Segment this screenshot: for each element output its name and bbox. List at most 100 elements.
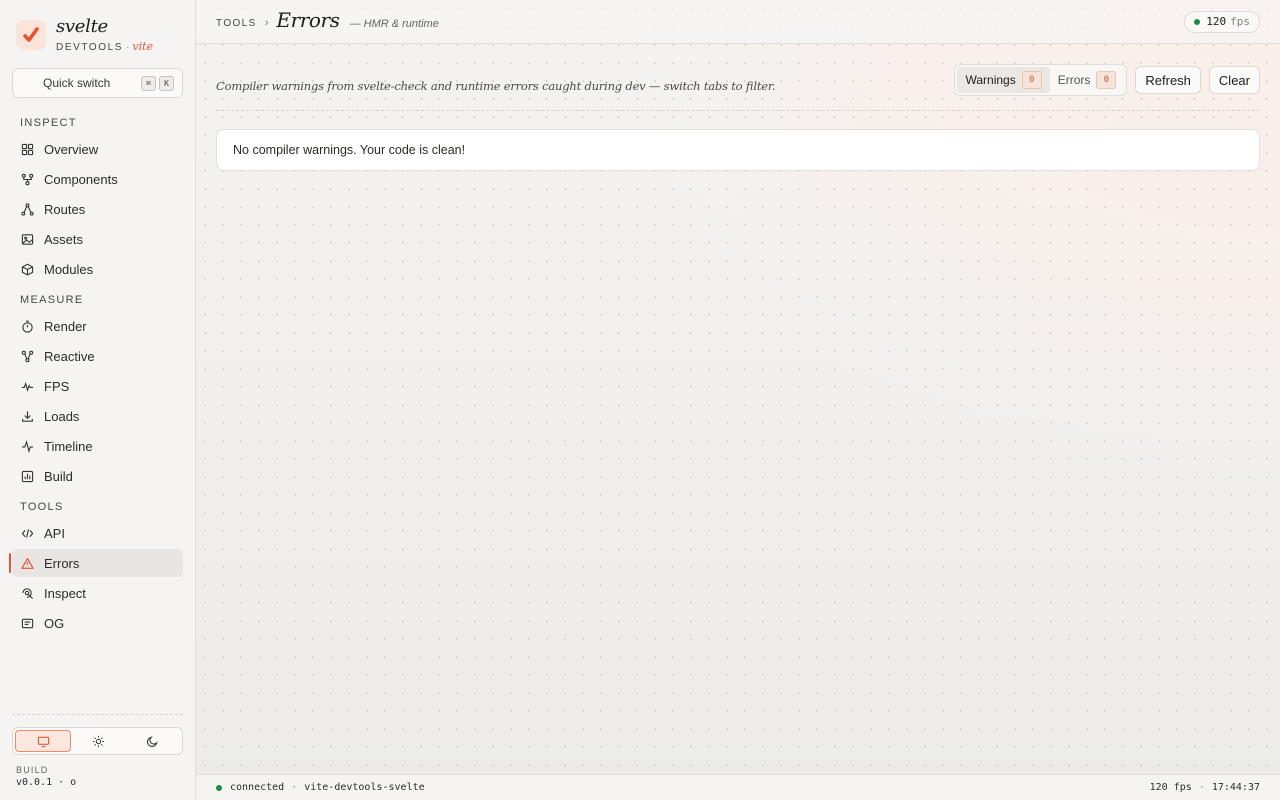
page-title: Errors xyxy=(276,7,340,32)
sidebar-item-modules[interactable]: Modules xyxy=(12,255,183,283)
package-icon xyxy=(21,263,34,276)
page-subtitle: — HMR & runtime xyxy=(349,17,439,30)
command-key: ⌘ xyxy=(141,75,156,91)
grid-icon xyxy=(21,143,34,155)
sidebar-item-assets[interactable]: Assets xyxy=(12,225,183,253)
topbar: TOOLS › Errors — HMR & runtime 120 fps xyxy=(196,0,1280,44)
sidebar-item-routes[interactable]: Routes xyxy=(12,195,183,223)
sidebar-item-fps[interactable]: FPS xyxy=(12,372,183,400)
filter-tabs: Warnings 0 Errors 0 xyxy=(954,64,1128,96)
sidebar-item-build[interactable]: Build xyxy=(12,462,183,490)
section-title-measure: MEASURE xyxy=(20,294,84,306)
card-icon xyxy=(21,618,34,628)
sidebar-item-components[interactable]: Components xyxy=(12,165,183,193)
sidebar-item-label: Modules xyxy=(44,261,94,277)
empty-state-message: No compiler warnings. Your code is clean… xyxy=(233,143,466,157)
build-version: v0.0.1 · o xyxy=(16,777,77,788)
theme-system-button[interactable] xyxy=(15,730,72,752)
errors-count-badge: 0 xyxy=(1096,71,1117,89)
status-fps: 120 fps xyxy=(1149,782,1192,793)
sidebar-item-label: Errors xyxy=(44,555,80,571)
sidebar-item-label: Reactive xyxy=(44,348,95,364)
sidebar-item-reactive[interactable]: Reactive xyxy=(12,342,183,370)
activity-icon xyxy=(21,439,34,453)
fps-value: 120 xyxy=(1206,15,1227,28)
moon-icon xyxy=(147,735,158,747)
quick-switch-button[interactable]: Quick switch ⌘ K xyxy=(12,68,183,98)
sidebar-item-label: Render xyxy=(44,318,87,334)
sidebar-item-loads[interactable]: Loads xyxy=(12,402,183,430)
sidebar-item-label: Timeline xyxy=(44,438,93,454)
sidebar-item-overview[interactable]: Overview xyxy=(12,135,183,163)
sidebar-item-label: API xyxy=(44,525,65,541)
sun-icon xyxy=(92,735,105,747)
clear-button[interactable]: Clear xyxy=(1208,66,1260,94)
warnings-count-badge: 0 xyxy=(1021,71,1042,89)
sidebar-item-label: FPS xyxy=(44,378,70,394)
section-title-tools: TOOLS xyxy=(20,501,64,513)
tab-label: Warnings xyxy=(965,73,1016,87)
status-bar: connected · vite-devtools-svelte 120 fps… xyxy=(196,774,1280,800)
pulse-icon xyxy=(21,381,34,392)
breadcrumb-section[interactable]: TOOLS xyxy=(216,18,257,29)
main-panel: TOOLS › Errors — HMR & runtime 120 fps C… xyxy=(196,0,1280,800)
build-label: BUILD xyxy=(16,765,49,775)
fps-badge: 120 fps xyxy=(1184,10,1260,33)
monitor-icon xyxy=(37,736,49,747)
brand-name: svelte xyxy=(56,16,108,37)
section-title-inspect: INSPECT xyxy=(20,117,77,129)
sidebar-item-label: OG xyxy=(44,615,65,631)
theme-toggle xyxy=(12,727,183,755)
k-key: K xyxy=(159,75,174,91)
sidebar-item-label: Components xyxy=(44,171,118,187)
content-divider xyxy=(216,110,1260,111)
fps-unit: fps xyxy=(1230,15,1250,28)
sidebar-item-label: Assets xyxy=(44,231,84,247)
project-name: vite-devtools-svelte xyxy=(304,782,425,793)
connection-status: connected xyxy=(230,782,285,793)
sidebar-item-og[interactable]: OG xyxy=(12,609,183,637)
svelte-logo xyxy=(16,20,46,50)
theme-light-button[interactable] xyxy=(71,730,125,752)
errors-description: Compiler warnings from svelte-check and … xyxy=(216,79,776,93)
inspect-target-icon xyxy=(22,587,34,599)
status-time: 17:44:37 xyxy=(1211,782,1260,793)
connection-status-dot xyxy=(216,784,222,791)
graph-nodes-icon xyxy=(21,350,34,362)
sidebar-item-label: Loads xyxy=(44,408,80,424)
image-icon xyxy=(21,233,34,245)
errors-toolbar: Compiler warnings from svelte-check and … xyxy=(216,64,1260,96)
refresh-button[interactable]: Refresh xyxy=(1135,66,1201,94)
sidebar-item-errors[interactable]: Errors xyxy=(9,549,183,577)
sidebar-item-label: Inspect xyxy=(44,585,86,601)
component-tree-icon xyxy=(21,173,34,185)
sidebar-item-timeline[interactable]: Timeline xyxy=(12,432,183,460)
brand: svelte DEVTOOLS · vite xyxy=(12,0,183,66)
empty-state-card: No compiler warnings. Your code is clean… xyxy=(216,129,1260,171)
sidebar-item-label: Routes xyxy=(44,201,86,217)
bar-chart-icon xyxy=(21,470,34,482)
brand-subtitle: DEVTOOLS · vite xyxy=(56,40,154,53)
errors-content: Compiler warnings from svelte-check and … xyxy=(196,44,1280,171)
status-separator: · xyxy=(291,782,298,793)
sidebar-item-inspect[interactable]: Inspect xyxy=(12,579,183,607)
theme-dark-button[interactable] xyxy=(126,730,180,752)
code-icon xyxy=(21,528,34,538)
route-icon xyxy=(21,202,34,216)
sidebar-item-render[interactable]: Render xyxy=(12,312,183,340)
sidebar: svelte DEVTOOLS · vite Quick switch ⌘ K IN… xyxy=(0,0,196,800)
status-separator: · xyxy=(1198,782,1205,793)
tab-warnings[interactable]: Warnings 0 xyxy=(957,67,1050,93)
breadcrumb-separator: › xyxy=(264,16,269,29)
warning-triangle-icon xyxy=(21,557,34,569)
sidebar-footer: BUILD v0.0.1 · o xyxy=(12,714,183,788)
quick-switch-label: Quick switch xyxy=(43,76,111,90)
fps-status-dot xyxy=(1194,18,1201,25)
download-icon xyxy=(22,410,33,422)
sidebar-item-label: Overview xyxy=(44,141,99,157)
footer-divider xyxy=(12,714,183,715)
tab-errors[interactable]: Errors 0 xyxy=(1050,67,1125,93)
tab-label: Errors xyxy=(1057,73,1091,87)
sidebar-item-api[interactable]: API xyxy=(12,519,183,547)
stopwatch-icon xyxy=(22,320,33,333)
